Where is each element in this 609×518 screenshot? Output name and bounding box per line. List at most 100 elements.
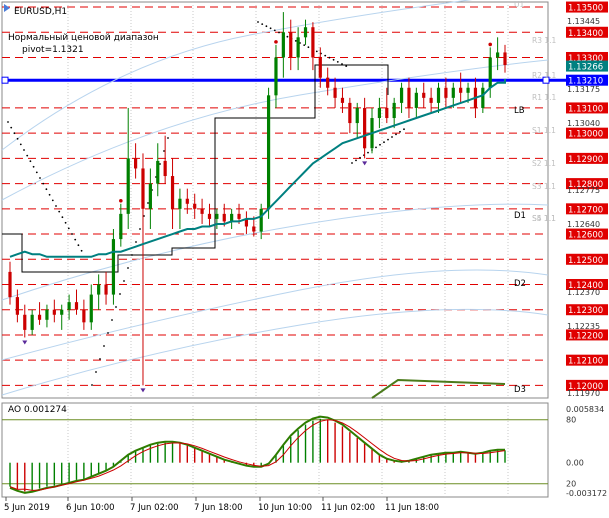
sar-dot xyxy=(23,149,25,151)
candle-body xyxy=(466,87,470,93)
sar-dot xyxy=(278,31,280,34)
candle-body xyxy=(119,213,123,240)
sar-dot xyxy=(345,65,348,67)
pivot-handle xyxy=(1,76,9,84)
fractal-down-mark xyxy=(22,340,28,345)
candle-body xyxy=(252,226,256,232)
candle-body xyxy=(377,107,382,119)
price-tag-label[interactable]: 1.12700 xyxy=(568,205,603,215)
sar-dot xyxy=(303,44,306,46)
sar-dot xyxy=(379,143,381,146)
sar-dot xyxy=(58,210,61,213)
price-axis[interactable]: 1.135001.134001.133001.132661.132101.131… xyxy=(566,1,608,398)
faded-level-label: S1 1.1 xyxy=(532,126,556,135)
x-tick-label: 7 Jun 18:00 xyxy=(194,503,243,513)
y-tick-label: 1.12370 xyxy=(567,288,600,297)
candle-body xyxy=(156,160,160,184)
sar-dot xyxy=(7,121,9,123)
sar-dot xyxy=(10,126,13,129)
price-tag-label[interactable]: 1.13400 xyxy=(568,29,603,39)
candle-body xyxy=(436,87,441,103)
level-label: LB xyxy=(514,106,525,116)
fractal-down-mark xyxy=(362,161,368,166)
sar-dot xyxy=(332,58,335,61)
x-tick-label: 11 Jun 18:00 xyxy=(385,503,439,513)
candle-body xyxy=(111,239,116,295)
candle-body xyxy=(52,309,56,315)
candle-body xyxy=(74,302,79,310)
price-tag-label[interactable]: 1.12100 xyxy=(568,357,603,367)
sar-dot xyxy=(107,332,109,334)
candle-body xyxy=(104,284,108,295)
x-tick-label: 10 Jun 10:00 xyxy=(258,503,312,513)
sar-dot xyxy=(115,306,117,308)
sar-dot xyxy=(167,137,169,139)
candle-body xyxy=(355,107,359,124)
sar-dot xyxy=(103,345,105,347)
sar-dot xyxy=(265,25,268,28)
sar-dot xyxy=(273,29,276,32)
sar-dot xyxy=(355,159,357,162)
indicator-name: Нормальный ценовой диапазон xyxy=(8,33,159,43)
candle-body xyxy=(170,176,175,209)
y-tick-label: 1.13445 xyxy=(567,17,600,26)
faded-level-label: R2 1.1 xyxy=(532,71,557,80)
candle-body xyxy=(37,314,42,320)
candle-body xyxy=(215,213,219,219)
sar-dot xyxy=(387,138,389,141)
candle-body xyxy=(60,309,64,315)
ao-frame xyxy=(1,402,549,498)
sar-dot xyxy=(383,141,385,144)
price-tag-label[interactable]: 1.12200 xyxy=(568,331,603,341)
candle-body xyxy=(281,32,285,58)
candle-body xyxy=(451,87,455,98)
level-label: D2 xyxy=(514,279,526,289)
sar-dot xyxy=(147,202,149,204)
sar-dot xyxy=(286,35,289,38)
price-tag-label[interactable]: 1.13500 xyxy=(568,4,603,14)
sar-dot xyxy=(111,319,113,321)
sar-dot xyxy=(359,156,361,159)
price-tag-label[interactable]: 1.13100 xyxy=(568,104,603,114)
price-tag-label[interactable]: 1.13266 xyxy=(568,63,603,73)
candle-body xyxy=(23,314,27,330)
channel-curve xyxy=(1,203,549,301)
chart-window[interactable]: U1 R3 1.1 R2 1.1 R1 1.1 S1 1.1 S2 1.1 S3 1.1 S4… xyxy=(0,0,609,518)
range-steps xyxy=(2,64,389,273)
candle-body xyxy=(392,102,396,119)
price-tag-label[interactable]: 1.12500 xyxy=(568,256,603,266)
sar-dot xyxy=(42,182,45,185)
candle-body xyxy=(8,271,12,298)
candle-body xyxy=(496,52,500,58)
candle-body xyxy=(185,198,189,204)
sar-dot xyxy=(13,132,16,135)
sar-dot xyxy=(123,280,125,282)
time-axis[interactable]: 5 Jun 2019 6 Jun 10:00 7 Jun 02:00 7 Jun 18… xyxy=(4,497,439,513)
faded-level-label: R1 1.1 xyxy=(532,93,557,102)
price-tag-label[interactable]: 1.12600 xyxy=(568,231,603,241)
sar-dot xyxy=(375,146,377,149)
price-tag-label[interactable]: 1.13000 xyxy=(568,130,603,140)
sar-dot xyxy=(139,228,141,230)
candle-body xyxy=(259,208,263,232)
price-tag-label[interactable]: 1.12300 xyxy=(568,306,603,316)
candle-body xyxy=(178,198,182,209)
level-label: D3 xyxy=(514,385,526,395)
chart-canvas[interactable]: U1R3 1.1R2 1.1R1 1.1S1 1.1S2 1.1S3 1.1S4… xyxy=(0,0,609,518)
sar-dot xyxy=(51,199,54,202)
price-tag-label[interactable]: 1.12900 xyxy=(568,155,603,165)
sar-dot xyxy=(64,221,67,224)
sar-dot xyxy=(399,130,401,133)
sar-dot xyxy=(26,154,29,157)
sar-dot xyxy=(159,163,161,165)
x-tick-label: 6 Jun 10:00 xyxy=(66,503,115,513)
candle-body xyxy=(15,297,19,315)
level-label: D1 xyxy=(514,211,526,221)
candle-body xyxy=(348,102,352,124)
candle-body xyxy=(133,158,138,169)
sar-dot xyxy=(67,227,70,230)
candle-body xyxy=(163,160,167,177)
candle-body xyxy=(311,27,315,58)
sar-dot xyxy=(45,188,48,191)
sar-dot xyxy=(55,205,57,207)
